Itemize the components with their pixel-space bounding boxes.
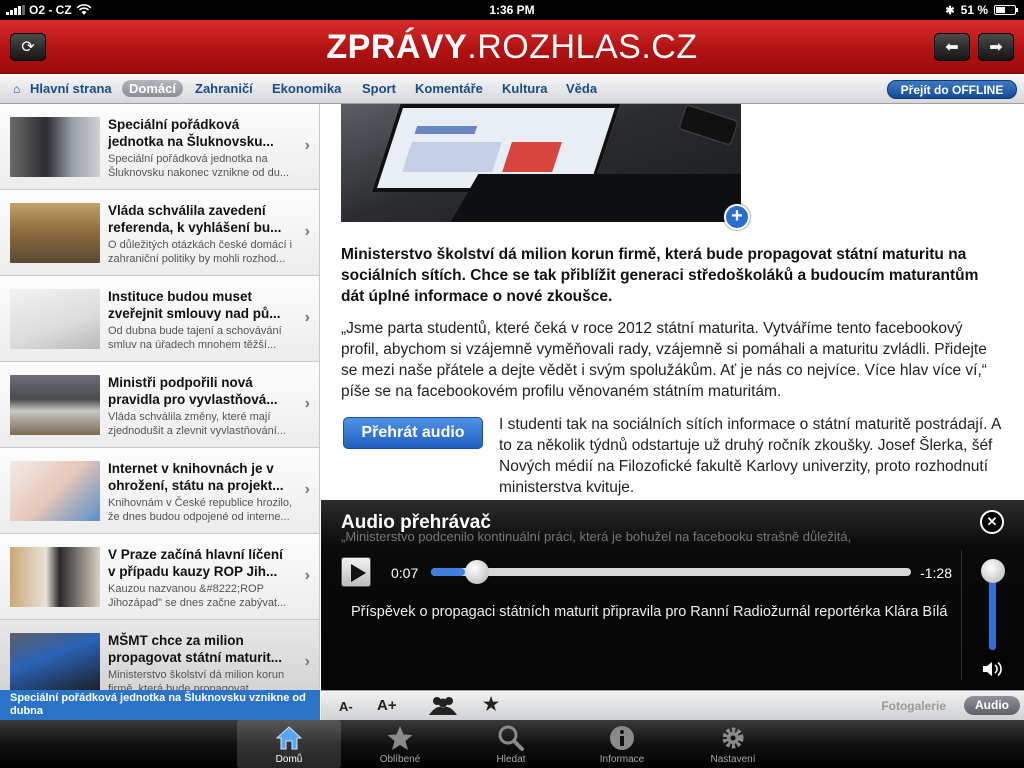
- article-summary: Ministerstvo školství dá milion korun fi…: [108, 669, 285, 690]
- nav-kultura[interactable]: Kultura: [502, 81, 548, 96]
- list-item[interactable]: Vláda schválila zavedení referenda, k vy…: [0, 190, 319, 276]
- article-title: Vláda schválila zavedení referenda, k vy…: [108, 203, 282, 235]
- volume-handle[interactable]: [981, 559, 1005, 583]
- offline-button[interactable]: Přejít do OFFLINE: [887, 80, 1017, 99]
- article-thumbnail: [10, 203, 100, 263]
- audio-caption: Příspěvek o propagaci státních maturit p…: [351, 604, 948, 620]
- tab-info[interactable]: Informace: [570, 720, 674, 768]
- expand-photo-button[interactable]: +: [724, 204, 750, 230]
- tab-home[interactable]: Domů: [237, 720, 341, 768]
- font-smaller-button[interactable]: A-: [339, 699, 353, 714]
- list-item[interactable]: Internet v knihovnách je v ohrožení, stá…: [0, 448, 319, 534]
- favorite-star-icon[interactable]: ★: [483, 694, 499, 715]
- article-summary: Speciální pořádková jednotka na Šluknovs…: [108, 153, 290, 179]
- article-title: MŠMT chce za milion propagovat státní ma…: [108, 633, 283, 665]
- article-summary: O důležitých otázkách české domácí i zah…: [108, 239, 293, 265]
- list-item[interactable]: Ministři podpořili nová pravidla pro vyv…: [0, 362, 319, 448]
- list-item[interactable]: V Praze začíná hlavní líčení v případu k…: [0, 534, 319, 620]
- article-title: Ministři podpořili nová pravidla pro vyv…: [108, 375, 278, 407]
- news-ticker[interactable]: Speciální pořádková jednotka na Šluknovs…: [0, 690, 320, 720]
- forward-button[interactable]: ➡: [978, 33, 1014, 61]
- article-thumbnail: [10, 289, 100, 349]
- home-icon: [237, 725, 341, 751]
- article-list: Speciální pořádková jednotka na Šluknovs…: [0, 104, 320, 690]
- article-thumbnail: [10, 117, 100, 177]
- nav-domaci[interactable]: Domácí: [122, 80, 183, 97]
- play-button[interactable]: [341, 557, 371, 587]
- seek-bar[interactable]: [431, 568, 911, 576]
- nav-zahranici[interactable]: Zahraničí: [195, 81, 253, 96]
- chevron-right-icon: ›: [304, 653, 310, 670]
- info-icon: [570, 725, 674, 751]
- nav-sport[interactable]: Sport: [362, 81, 396, 96]
- chevron-right-icon: ›: [304, 481, 310, 498]
- photo-gallery-button[interactable]: Fotogalerie: [881, 699, 946, 713]
- article-title: Speciální pořádková jednotka na Šluknovs…: [108, 117, 274, 149]
- article-toolbar: A- A+ ★ Fotogalerie Audio: [321, 690, 1024, 720]
- home-small-icon: ⌂: [13, 82, 21, 96]
- bluetooth-icon: ✱: [945, 4, 955, 17]
- status-time: 1:36 PM: [489, 3, 535, 17]
- seek-handle[interactable]: [464, 560, 489, 584]
- play-audio-button[interactable]: Přehrát audio: [343, 417, 483, 449]
- tab-search[interactable]: Hledat: [459, 720, 563, 768]
- article-thumbnail: [10, 633, 100, 690]
- nav-hlavni-strana[interactable]: Hlavní strana: [30, 81, 112, 96]
- plus-icon: +: [731, 205, 743, 227]
- article-title: Instituce budou muset zveřejnit smlouvy …: [108, 289, 281, 321]
- remaining-time: -1:28: [920, 565, 952, 581]
- article-title: V Praze začíná hlavní líčení v případu k…: [108, 547, 283, 579]
- chevron-right-icon: ›: [304, 309, 310, 326]
- back-button[interactable]: ⬅: [934, 33, 970, 61]
- arrow-left-icon: ⬅: [945, 39, 959, 56]
- article-content: + Ministerstvo školství dá milion korun …: [321, 104, 1024, 500]
- star-icon: [348, 725, 452, 751]
- nav-veda[interactable]: Věda: [566, 81, 597, 96]
- player-title: Audio přehrávač: [341, 512, 491, 533]
- audio-toggle-button[interactable]: Audio: [964, 696, 1020, 715]
- font-larger-button[interactable]: A+: [377, 697, 397, 714]
- app-header: ⟳ ZPRÁVY.ROZHLAS.CZ ⬅ ➡: [0, 20, 1024, 74]
- gear-icon: [681, 725, 785, 751]
- speaker-icon: [983, 661, 1002, 677]
- status-bar: O2 - CZ 1:36 PM ✱ 51 %: [0, 0, 1024, 20]
- chevron-right-icon: ›: [304, 137, 310, 154]
- article-photo[interactable]: [341, 104, 741, 222]
- current-time: 0:07: [391, 565, 419, 581]
- chevron-right-icon: ›: [304, 395, 310, 412]
- arrow-right-icon: ➡: [989, 39, 1003, 56]
- nav-komentare[interactable]: Komentáře: [415, 81, 483, 96]
- close-icon: ✕: [986, 514, 998, 529]
- audio-player: „Ministerstvo podcenilo kontinuální prác…: [321, 500, 1024, 690]
- article-summary: Vláda schválila změny, které mají zjedno…: [108, 411, 286, 437]
- article-thumbnail: [10, 461, 100, 521]
- article-thumbnail: [10, 375, 100, 435]
- article-lead: Ministerstvo školství dá milion korun fi…: [341, 246, 979, 305]
- section-nav: ⌂ Hlavní strana Domácí Zahraničí Ekonomi…: [0, 75, 1024, 104]
- battery-percent: 51 %: [960, 3, 988, 17]
- list-item[interactable]: Instituce budou muset zveřejnit smlouvy …: [0, 276, 319, 362]
- tab-bar: Domů Oblíbené Hledat Informace Nastavení: [0, 720, 1024, 768]
- article-summary: Knihovnám v České republice hrozilo, že …: [108, 497, 293, 523]
- article-summary: Kauzou nazvanou &#8222;ROP Jihozápad" se…: [108, 583, 287, 609]
- article-paragraph: „Jsme parta studentů, které čeká v roce …: [341, 320, 987, 400]
- tab-settings[interactable]: Nastavení: [681, 720, 785, 768]
- list-item[interactable]: MŠMT chce za milion propagovat státní ma…: [0, 620, 319, 690]
- article-title: Internet v knihovnách je v ohrožení, stá…: [108, 461, 284, 493]
- article-thumbnail: [10, 547, 100, 607]
- search-icon: [459, 725, 563, 751]
- site-logo: ZPRÁVY.ROZHLAS.CZ: [326, 28, 698, 66]
- tab-favorites[interactable]: Oblíbené: [348, 720, 452, 768]
- nav-ekonomika[interactable]: Ekonomika: [272, 81, 341, 96]
- share-people-icon[interactable]: [427, 694, 459, 720]
- chevron-right-icon: ›: [304, 223, 310, 240]
- close-player-button[interactable]: ✕: [980, 510, 1004, 534]
- chevron-right-icon: ›: [304, 567, 310, 584]
- battery-icon: [994, 5, 1018, 15]
- list-item[interactable]: Speciální pořádková jednotka na Šluknovs…: [0, 104, 319, 190]
- article-summary: Od dubna bude tajení a schovávání smluv …: [108, 325, 282, 351]
